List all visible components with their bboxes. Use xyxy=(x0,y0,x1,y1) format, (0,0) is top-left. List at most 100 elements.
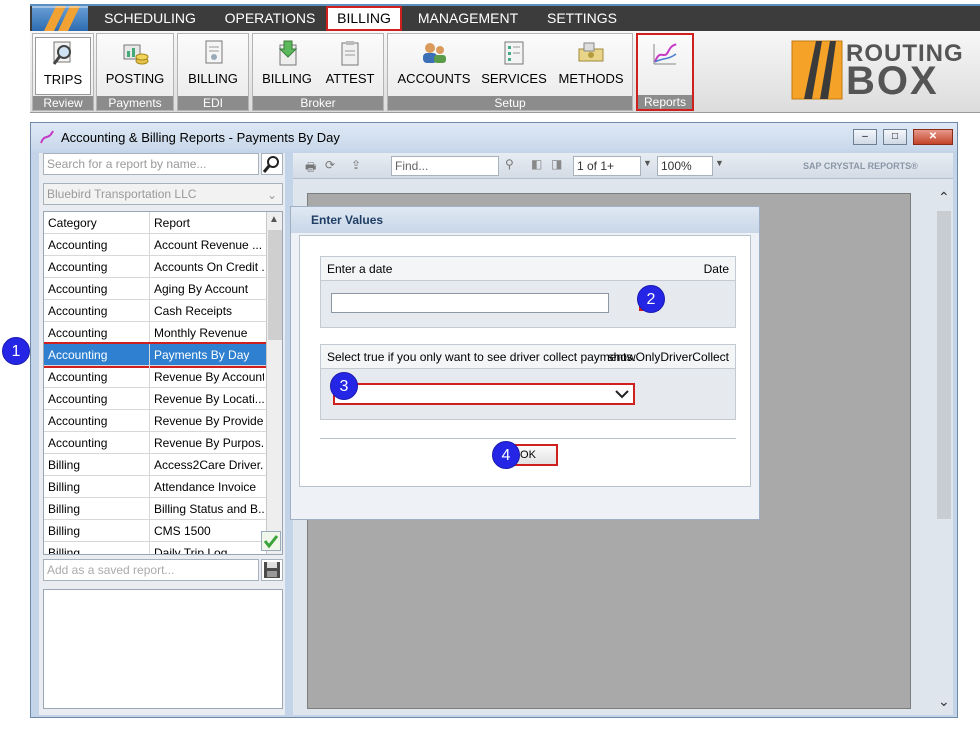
table-row[interactable]: Accounting Account Revenue ... xyxy=(44,234,266,256)
row-report: Accounts On Credit ... xyxy=(154,260,264,274)
users-icon xyxy=(423,43,446,63)
checkmark-icon xyxy=(263,535,279,549)
chevron-down-icon xyxy=(615,390,629,399)
date-input[interactable] xyxy=(331,293,609,313)
trips-button[interactable]: TRIPS xyxy=(35,37,91,95)
row-category: Billing xyxy=(48,546,81,555)
table-row[interactable]: Billing Billing Status and B... xyxy=(44,498,266,520)
row-report: Revenue By Locati... xyxy=(154,392,264,406)
table-header: Category Report xyxy=(44,212,266,234)
refresh-icon[interactable]: ⟳ xyxy=(325,158,335,172)
menu-settings[interactable]: SETTINGS xyxy=(536,6,628,31)
save-report-button[interactable] xyxy=(261,559,283,581)
clipboard-icon xyxy=(341,41,359,66)
broker-billing-button[interactable]: BILLING xyxy=(257,37,317,95)
reports-table: Category Report Accounting Account Revenu… xyxy=(43,211,283,555)
brand-line2: BOX xyxy=(846,59,939,103)
page-indicator[interactable]: 1 of 1+ xyxy=(573,156,641,176)
menu-operations[interactable]: OPERATIONS xyxy=(210,6,330,31)
table-row[interactable]: Accounting Accounts On Credit ... xyxy=(44,256,266,278)
posting-button[interactable]: POSTING xyxy=(99,37,171,95)
table-row[interactable]: Accounting Aging By Account xyxy=(44,278,266,300)
scroll-thumb xyxy=(268,230,282,340)
driver-collect-select[interactable]: ... xyxy=(333,383,635,405)
page-dropdown-icon[interactable]: ▼ xyxy=(643,158,652,168)
maximize-button[interactable]: □ xyxy=(883,129,907,145)
group-label-edi: EDI xyxy=(178,96,248,110)
viewer-toolbar: 🖶 ⟳ ⇪ Find... ⚲ ◧ ◨ 1 of 1+ ▼ 100% ▼ SAP… xyxy=(293,153,953,179)
scroll-down-icon: ⌄ xyxy=(938,693,950,709)
zoom-dropdown-icon[interactable]: ▼ xyxy=(715,158,724,168)
prev-page-icon[interactable]: ◧ xyxy=(531,157,542,171)
saved-reports-list[interactable] xyxy=(43,589,283,709)
row-report: Revenue By Purpos... xyxy=(154,436,264,450)
row-category: Accounting xyxy=(48,304,108,318)
attest-button[interactable]: ATTEST xyxy=(319,37,381,95)
menu-billing[interactable]: BILLING xyxy=(326,6,402,31)
table-row[interactable]: Billing Access2Care Driver... xyxy=(44,454,266,476)
table-row[interactable]: Billing Daily Trip Log xyxy=(44,542,266,555)
methods-button[interactable]: METHODS xyxy=(554,37,628,95)
table-row[interactable]: Accounting Revenue By Locati... xyxy=(44,388,266,410)
next-page-icon[interactable]: ◨ xyxy=(551,157,562,171)
top-menu-bar: SCHEDULING OPERATIONS BILLING MANAGEMENT… xyxy=(30,4,980,31)
table-row[interactable]: Accounting Revenue By Provider xyxy=(44,410,266,432)
viewer-scrollbar[interactable]: ⌃ ⌄ xyxy=(935,183,953,715)
table-row[interactable]: Accounting Revenue By Purpos... xyxy=(44,432,266,454)
export-icon[interactable]: ⇪ xyxy=(351,158,361,172)
services-button[interactable]: SERVICES xyxy=(478,37,550,95)
menu-management[interactable]: MANAGEMENT xyxy=(412,6,524,31)
ribbon-group-setup: ACCOUNTS SERVICES METHODS Setup xyxy=(387,33,633,111)
row-category: Accounting xyxy=(48,348,108,362)
column-header-report[interactable]: Report xyxy=(154,212,264,234)
date-parameter-box: Enter a date Date xyxy=(320,256,736,328)
group-label-review: Review xyxy=(33,96,93,110)
row-category: Accounting xyxy=(48,238,108,252)
zoom-select[interactable]: 100% xyxy=(657,156,713,176)
row-report: Access2Care Driver... xyxy=(154,458,264,472)
magnifier-icon xyxy=(52,41,71,65)
search-button[interactable] xyxy=(261,153,283,175)
app-logo-icon[interactable] xyxy=(32,6,88,31)
driver-collect-parameter-box: Select true if you only want to see driv… xyxy=(320,344,736,420)
table-row[interactable]: Accounting Payments By Day xyxy=(44,342,268,368)
table-row[interactable]: Billing CMS 1500 xyxy=(44,520,266,542)
edi-billing-button[interactable]: BILLING xyxy=(180,37,246,95)
confirm-check-button[interactable] xyxy=(261,531,281,551)
document-icon xyxy=(205,40,223,64)
row-category: Accounting xyxy=(48,260,108,274)
report-search-input[interactable]: Search for a report by name... xyxy=(43,153,259,175)
row-category: Billing xyxy=(48,524,81,538)
binoculars-icon[interactable]: ⚲ xyxy=(505,157,514,171)
saved-report-input[interactable]: Add as a saved report... xyxy=(43,559,259,581)
date-parameter-type: Date xyxy=(703,262,729,276)
menu-scheduling[interactable]: SCHEDULING xyxy=(96,6,204,31)
minimize-button[interactable]: – xyxy=(853,129,877,145)
table-row[interactable]: Accounting Revenue By Account xyxy=(44,366,266,388)
report-list-panel: Search for a report by name... Bluebird … xyxy=(39,153,285,715)
table-row[interactable]: Accounting Cash Receipts xyxy=(44,300,266,322)
driver-collect-parameter-label: Select true if you only want to see driv… xyxy=(327,350,636,364)
row-category: Accounting xyxy=(48,436,108,450)
table-scrollbar[interactable]: ▲ xyxy=(266,212,282,554)
callout-badge-1: 1 xyxy=(2,337,30,365)
date-parameter-header: Enter a date Date xyxy=(321,257,735,281)
date-parameter-label: Enter a date xyxy=(327,262,393,276)
column-header-category[interactable]: Category xyxy=(48,212,148,234)
close-button[interactable]: ✕ xyxy=(913,129,953,145)
company-select[interactable]: Bluebird Transportation LLC xyxy=(43,183,283,205)
table-row[interactable]: Billing Attendance Invoice xyxy=(44,476,266,498)
methods-label: METHODS xyxy=(558,71,624,86)
accounts-button[interactable]: ACCOUNTS xyxy=(394,37,474,95)
table-row[interactable]: Accounting Monthly Revenue xyxy=(44,322,266,344)
row-report: Daily Trip Log xyxy=(154,546,228,555)
callout-badge-3: 3 xyxy=(330,372,358,400)
trips-label: TRIPS xyxy=(43,72,83,87)
find-input[interactable]: Find... xyxy=(391,156,499,176)
row-report: Payments By Day xyxy=(154,348,250,362)
group-label-setup: Setup xyxy=(388,96,632,110)
print-icon[interactable]: 🖶 xyxy=(305,158,316,179)
ribbon-group-broker: BILLING ATTEST Broker xyxy=(252,33,384,111)
row-report: Attendance Invoice xyxy=(154,480,257,494)
reports-button[interactable] xyxy=(640,38,690,96)
